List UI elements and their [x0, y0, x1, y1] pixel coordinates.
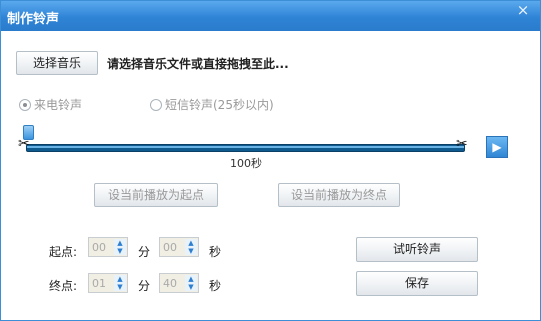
- chevron-down-icon[interactable]: ▼: [114, 283, 126, 291]
- end-scissors-icon[interactable]: ✂: [456, 136, 468, 152]
- play-button[interactable]: ▶: [486, 136, 508, 158]
- end-min-unit: 分: [138, 279, 151, 293]
- end-seconds-stepper[interactable]: 40 ▲ ▼: [159, 273, 199, 293]
- radio-sms-label: 短信铃声(25秒以内): [165, 98, 274, 112]
- radio-incoming-dot: [19, 99, 31, 111]
- set-start-button[interactable]: 设当前播放为起点: [94, 183, 218, 207]
- end-label: 终点:: [49, 279, 78, 293]
- drop-prompt: 请选择音乐文件或直接拖拽至此...: [107, 57, 289, 71]
- close-icon[interactable]: ×: [512, 1, 534, 19]
- title-bar: 制作铃声 ×: [1, 1, 540, 31]
- chevron-down-icon[interactable]: ▼: [114, 247, 126, 255]
- start-seconds-stepper[interactable]: 00 ▲ ▼: [159, 237, 199, 257]
- end-minutes-value: 01: [92, 277, 106, 290]
- pick-music-button[interactable]: 选择音乐: [16, 51, 98, 75]
- preview-ringtone-button[interactable]: 试听铃声: [356, 237, 478, 262]
- chevron-up-icon[interactable]: ▲: [114, 239, 126, 247]
- radio-sms-dot: [150, 99, 162, 111]
- chevron-down-icon[interactable]: ▼: [185, 283, 197, 291]
- start-minutes-stepper[interactable]: 00 ▲ ▼: [88, 237, 128, 257]
- chevron-down-icon[interactable]: ▼: [185, 247, 197, 255]
- timeline-track[interactable]: [26, 144, 465, 152]
- chevron-up-icon[interactable]: ▲: [185, 275, 197, 283]
- end-sec-unit: 秒: [209, 279, 222, 293]
- end-minutes-stepper[interactable]: 01 ▲ ▼: [88, 273, 128, 293]
- start-label: 起点:: [49, 245, 78, 259]
- radio-incoming-label: 来电铃声: [34, 98, 83, 112]
- start-minutes-value: 00: [92, 241, 106, 254]
- set-end-button[interactable]: 设当前播放为终点: [278, 183, 400, 207]
- radio-sms[interactable]: 短信铃声(25秒以内): [150, 96, 274, 113]
- chevron-up-icon[interactable]: ▲: [185, 239, 197, 247]
- chevron-up-icon[interactable]: ▲: [114, 275, 126, 283]
- duration-label: 100秒: [230, 157, 262, 170]
- radio-incoming-call[interactable]: 来电铃声: [19, 96, 82, 113]
- start-scissors-icon[interactable]: ✂: [18, 136, 30, 152]
- start-seconds-value: 00: [163, 241, 177, 254]
- ringtone-dialog: 制作铃声 × 选择音乐 请选择音乐文件或直接拖拽至此... 来电铃声 短信铃声(…: [0, 0, 541, 321]
- start-sec-unit: 秒: [209, 245, 222, 259]
- window-title: 制作铃声: [7, 12, 60, 27]
- start-min-unit: 分: [138, 245, 151, 259]
- end-seconds-value: 40: [163, 277, 177, 290]
- save-button[interactable]: 保存: [356, 271, 478, 296]
